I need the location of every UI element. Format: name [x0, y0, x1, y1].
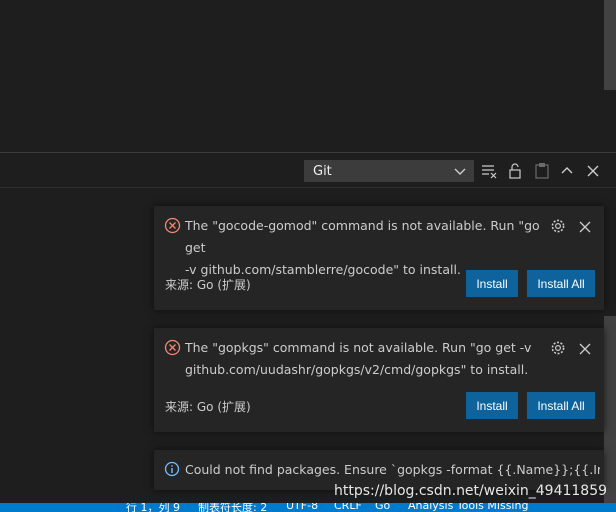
status-line-ending[interactable]: CRLF: [334, 503, 362, 512]
install-button[interactable]: Install: [466, 270, 518, 297]
output-channel-select[interactable]: Git: [304, 160, 474, 182]
error-icon: [164, 339, 181, 356]
gear-icon[interactable]: [550, 340, 566, 356]
notification-message: The "gopkgs" command is not available. R…: [185, 337, 545, 381]
close-panel-icon[interactable]: [584, 162, 602, 180]
install-all-button[interactable]: Install All: [527, 270, 595, 297]
notification-message-line: The "gopkgs" command is not available. R…: [185, 340, 532, 355]
error-icon: [164, 217, 181, 234]
install-button[interactable]: Install: [466, 392, 518, 419]
info-icon: [164, 461, 180, 477]
notification-source: 来源: Go (扩展): [165, 278, 251, 292]
editor-scrollbar-track: [604, 90, 616, 152]
panel-toolbar-border: [0, 187, 616, 188]
notification-source: 来源: Go (扩展): [165, 400, 251, 414]
copy-icon[interactable]: [533, 162, 551, 180]
notification-message-line: github.com/uudashr/gopkgs/v2/cmd/gopkgs"…: [185, 362, 529, 377]
watermark: https://blog.csdn.net/weixin_49411859: [334, 483, 608, 499]
notification-message-line: Could not find packages. Ensure `gopkgs …: [185, 462, 600, 477]
notification-toast: The "gocode-gomod" command is not availa…: [154, 206, 604, 310]
status-cursor-position[interactable]: 行 1，列 9: [126, 503, 180, 512]
status-language[interactable]: Go: [375, 503, 390, 512]
chevron-down-icon: [453, 163, 467, 179]
notification-toast: The "gopkgs" command is not available. R…: [154, 328, 604, 432]
notification-message: Could not find packages. Ensure `gopkgs …: [185, 459, 600, 481]
editor-area[interactable]: [0, 0, 604, 152]
clear-output-icon[interactable]: [480, 162, 498, 180]
status-analysis-tools[interactable]: Analysis Tools Missing: [408, 503, 528, 512]
status-indentation[interactable]: 制表符长度: 2: [198, 503, 267, 512]
panel-scrollbar[interactable]: [604, 316, 616, 503]
maximize-panel-icon[interactable]: [558, 162, 576, 180]
lock-scroll-icon[interactable]: [506, 162, 524, 180]
close-icon[interactable]: [578, 219, 592, 233]
status-encoding[interactable]: UTF-8: [286, 503, 318, 512]
close-icon[interactable]: [578, 341, 592, 355]
editor-scrollbar[interactable]: [604, 0, 616, 90]
status-bar: 行 1，列 9 制表符长度: 2 UTF-8 CRLF Go Analysis …: [0, 503, 616, 512]
gear-icon[interactable]: [550, 218, 566, 234]
install-all-button[interactable]: Install All: [527, 392, 595, 419]
notification-message-line: The "gocode-gomod" command is not availa…: [185, 218, 540, 255]
output-channel-label: Git: [313, 163, 332, 179]
